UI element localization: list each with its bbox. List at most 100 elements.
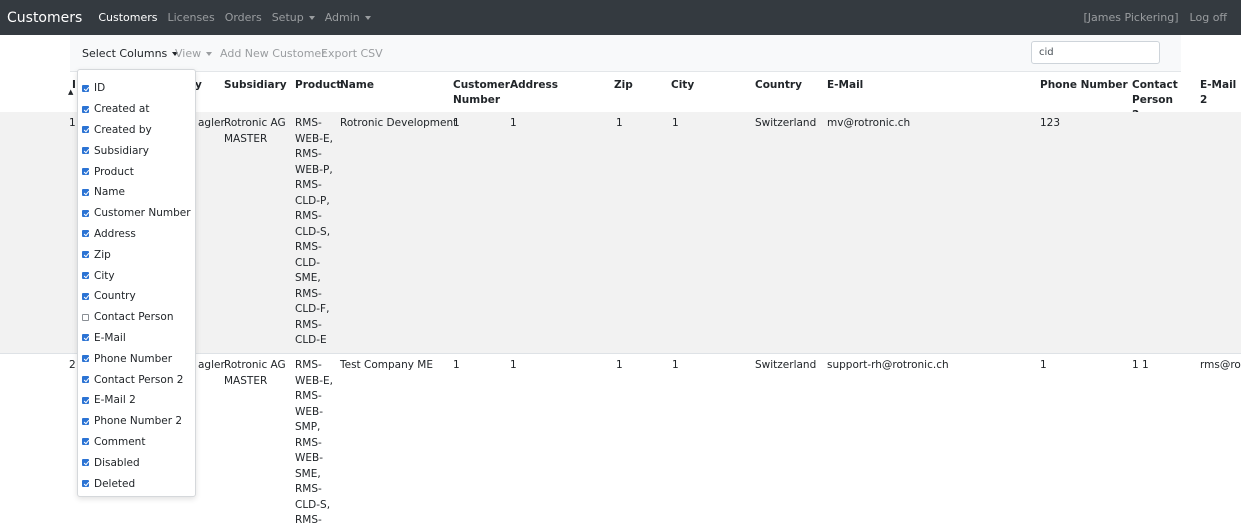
cell-product: RMS-WEB-E, RMS-WEB-SMP, RMS-WEB-SME, RMS… — [295, 359, 333, 526]
chevron-down-icon — [308, 16, 315, 20]
cell-customer-number: 1 — [453, 359, 460, 371]
brand-title[interactable]: Customers — [7, 10, 82, 26]
column-option-email-2[interactable]: E-Mail 2 — [78, 390, 195, 411]
header-email[interactable]: E-Mail — [827, 78, 863, 93]
column-option-city[interactable]: City — [78, 265, 195, 286]
cell-zip: 1 — [616, 359, 623, 371]
header-product[interactable]: Product — [295, 78, 341, 93]
checkbox[interactable] — [82, 105, 89, 113]
column-option-id[interactable]: ID — [78, 78, 195, 99]
cell-address: 1 — [510, 117, 517, 129]
select-columns-menu: ID Created at Created by Subsidiary Prod… — [77, 69, 196, 497]
main-nav: Customers Licenses Orders Setup Admin — [98, 11, 380, 24]
cell-country: Switzerland — [755, 359, 817, 371]
nav-item-setup[interactable]: Setup — [272, 11, 315, 24]
cell-id: 2 — [69, 359, 76, 371]
checkbox[interactable] — [82, 459, 89, 467]
column-option-contact-person-2[interactable]: Contact Person 2 — [78, 369, 195, 390]
checkbox[interactable] — [82, 126, 89, 134]
cell-subsidiary: Rotronic AG MASTER — [224, 359, 286, 387]
select-columns-dropdown[interactable]: Select Columns — [82, 47, 179, 60]
nav-item-admin[interactable]: Admin — [325, 11, 371, 24]
column-option-email[interactable]: E-Mail — [78, 328, 195, 349]
sort-up-icon: ▲ — [68, 88, 74, 96]
column-option-country[interactable]: Country — [78, 286, 195, 307]
column-option-comment[interactable]: Comment — [78, 432, 195, 453]
cell-id: 1 — [69, 117, 76, 129]
cell-customer-number: 1 — [453, 117, 460, 129]
cell-country: Switzerland — [755, 117, 817, 129]
checkbox[interactable] — [82, 417, 89, 425]
logoff-link[interactable]: Log off — [1190, 11, 1227, 24]
column-option-phone-number-2[interactable]: Phone Number 2 — [78, 411, 195, 432]
header-created-by[interactable]: y — [195, 78, 202, 93]
header-phone-number[interactable]: Phone Number — [1040, 78, 1128, 93]
checkbox[interactable] — [82, 355, 89, 363]
checkbox[interactable] — [82, 480, 89, 488]
checkbox[interactable] — [82, 209, 89, 217]
cell-product: RMS-WEB-E, RMS-WEB-P, RMS-CLD-P, RMS-CLD… — [295, 117, 333, 346]
checkbox[interactable] — [82, 188, 89, 196]
header-subsidiary[interactable]: Subsidiary — [224, 78, 287, 93]
checkbox[interactable] — [82, 334, 89, 342]
column-option-customer-number[interactable]: Customer Number — [78, 203, 195, 224]
cell-email-2: rms@rot — [1200, 359, 1241, 371]
cell-subsidiary: Rotronic AG MASTER — [224, 117, 286, 145]
cell-created-by: agler — [198, 117, 225, 129]
column-option-disabled[interactable]: Disabled — [78, 452, 195, 473]
chevron-down-icon — [364, 16, 371, 20]
checkbox[interactable] — [82, 84, 89, 92]
checkbox[interactable] — [82, 147, 89, 155]
checkbox[interactable] — [82, 396, 89, 404]
header-address[interactable]: Address — [510, 78, 558, 93]
cell-phone-number: 123 — [1040, 117, 1061, 129]
checkbox[interactable] — [82, 168, 89, 176]
header-name[interactable]: Name — [340, 78, 374, 93]
cell-email: support-rh@rotronic.ch — [827, 359, 949, 371]
header-country[interactable]: Country — [755, 78, 802, 93]
user-name: [James Pickering] — [1083, 11, 1179, 24]
checkbox[interactable] — [82, 376, 89, 384]
cell-zip: 1 — [616, 117, 623, 129]
user-area: [James Pickering] Log off — [1072, 0, 1227, 35]
column-option-contact-person[interactable]: Contact Person — [78, 307, 195, 328]
checkbox[interactable] — [82, 292, 89, 300]
cell-created-by: agler — [198, 359, 225, 371]
cell-name: Test Company ME — [340, 359, 433, 371]
column-option-product[interactable]: Product — [78, 161, 195, 182]
column-option-subsidiary[interactable]: Subsidiary — [78, 140, 195, 161]
cell-address: 1 — [510, 359, 517, 371]
checkbox[interactable] — [82, 251, 89, 259]
header-city[interactable]: City — [671, 78, 694, 93]
nav-item-customers[interactable]: Customers — [98, 11, 157, 24]
nav-item-orders[interactable]: Orders — [225, 11, 262, 24]
cell-phone-number: 1 — [1040, 359, 1047, 371]
column-option-deleted[interactable]: Deleted — [78, 473, 195, 494]
nav-item-licenses[interactable]: Licenses — [167, 11, 214, 24]
checkbox[interactable] — [82, 272, 89, 280]
cell-name: Rotronic Development — [340, 117, 458, 129]
view-dropdown[interactable]: View — [175, 47, 213, 60]
column-option-created-at[interactable]: Created at — [78, 99, 195, 120]
cell-city: 1 — [672, 117, 679, 129]
checkbox[interactable] — [82, 313, 89, 321]
column-option-name[interactable]: Name — [78, 182, 195, 203]
cell-contact-person-2: 1 1 — [1132, 359, 1149, 371]
column-option-created-by[interactable]: Created by — [78, 120, 195, 141]
column-option-phone-number[interactable]: Phone Number — [78, 348, 195, 369]
add-new-customer-button[interactable]: Add New Customer — [220, 47, 326, 60]
header-email-2[interactable]: E-Mail 2 — [1200, 78, 1241, 108]
checkbox[interactable] — [82, 438, 89, 446]
column-option-address[interactable]: Address — [78, 224, 195, 245]
header-customer-number[interactable]: Customer Number — [453, 78, 510, 108]
export-csv-button[interactable]: Export CSV — [321, 47, 383, 60]
chevron-down-icon — [206, 52, 213, 56]
search-input[interactable] — [1031, 41, 1160, 64]
top-navbar: Customers Customers Licenses Orders Setu… — [0, 0, 1241, 35]
column-option-zip[interactable]: Zip — [78, 244, 195, 265]
cell-email: mv@rotronic.ch — [827, 117, 911, 129]
checkbox[interactable] — [82, 230, 89, 238]
header-zip[interactable]: Zip — [614, 78, 633, 93]
cell-city: 1 — [672, 359, 679, 371]
toolbar: Select Columns View Add New Customer Exp… — [70, 35, 1181, 72]
